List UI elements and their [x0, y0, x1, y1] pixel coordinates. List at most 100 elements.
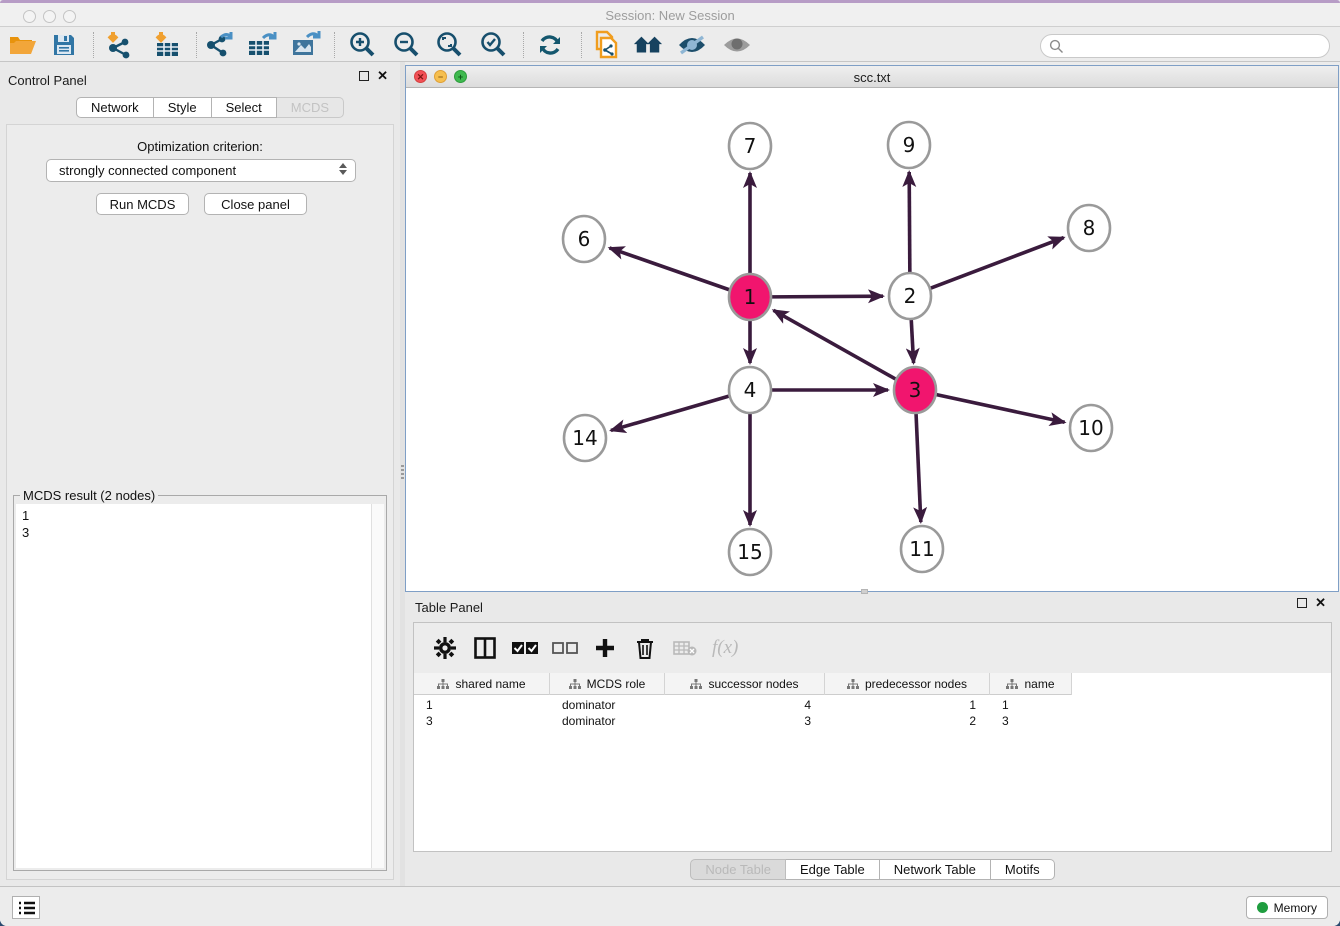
first-neighbors-icon[interactable]: [633, 30, 663, 60]
mcds-result-text[interactable]: 1 3: [16, 504, 384, 868]
hide-selected-icon[interactable]: [677, 30, 707, 60]
table-cell[interactable]: 1: [825, 697, 990, 713]
graph-node-10[interactable]: 10: [1070, 405, 1112, 451]
splitter-grip: [401, 465, 404, 479]
delete-column-icon[interactable]: [632, 635, 658, 661]
graph-edge-3-10[interactable]: [937, 395, 1065, 423]
add-column-icon[interactable]: [592, 635, 618, 661]
column-header-name[interactable]: name: [990, 673, 1072, 695]
select-all-checkboxes-icon[interactable]: [512, 635, 538, 661]
graph-node-1[interactable]: 1: [729, 274, 771, 320]
zoom-in-icon[interactable]: [347, 30, 377, 60]
graph-edge-4-14[interactable]: [611, 396, 729, 430]
graph-node-9[interactable]: 9: [888, 122, 930, 168]
graph-node-7[interactable]: 7: [729, 123, 771, 169]
column-header-successor-nodes[interactable]: successor nodes: [665, 673, 825, 695]
close-panel-icon[interactable]: ✕: [377, 71, 388, 81]
export-table-icon[interactable]: [247, 30, 277, 60]
refresh-view-icon[interactable]: [535, 30, 565, 60]
graph-edge-3-1[interactable]: [774, 310, 896, 379]
zoom-fit-icon[interactable]: [434, 30, 464, 60]
horizontal-splitter-grip[interactable]: [861, 589, 868, 594]
network-canvas[interactable]: 7 9 6 8 1 2 4 3 14 10 15 11: [406, 88, 1338, 591]
show-all-icon[interactable]: [722, 30, 752, 60]
tab-network[interactable]: Network: [76, 97, 154, 118]
graph-node-3[interactable]: 3: [894, 367, 936, 413]
export-image-icon[interactable]: [291, 30, 321, 60]
task-history-button[interactable]: [12, 896, 40, 919]
memory-status-icon: [1257, 902, 1268, 913]
zoom-out-icon[interactable]: [391, 30, 421, 60]
table-cell[interactable]: dominator: [550, 697, 665, 713]
float-table-panel-icon[interactable]: [1297, 598, 1307, 608]
column-header-label: successor nodes: [708, 677, 798, 691]
tab-node-table[interactable]: Node Table: [690, 859, 786, 880]
graph-node-2[interactable]: 2: [889, 273, 931, 319]
graph-edge-2-3[interactable]: [911, 318, 913, 363]
graph-edge-2-9[interactable]: [909, 172, 910, 274]
tab-style[interactable]: Style: [154, 97, 212, 118]
graph-edge-1-2[interactable]: [772, 296, 883, 297]
criterion-select[interactable]: strongly connected component: [46, 159, 356, 182]
save-session-icon[interactable]: [49, 30, 79, 60]
svg-text:15: 15: [737, 540, 762, 564]
svg-text:10: 10: [1078, 416, 1103, 440]
open-session-icon[interactable]: [8, 30, 38, 60]
table-cell[interactable]: dominator: [550, 713, 665, 729]
float-panel-icon[interactable]: [359, 71, 369, 81]
close-table-panel-icon[interactable]: ✕: [1315, 598, 1326, 608]
toolbar-separator: [93, 32, 94, 58]
table-cell[interactable]: 1: [990, 697, 1072, 713]
search-input[interactable]: [1040, 34, 1330, 58]
graph-node-8[interactable]: 8: [1068, 205, 1110, 251]
table-cell[interactable]: 1: [414, 697, 550, 713]
close-panel-button[interactable]: Close panel: [204, 193, 307, 215]
table-cell[interactable]: 3: [665, 713, 825, 729]
column-header-shared-name[interactable]: shared name: [414, 673, 550, 695]
graph-edge-2-8[interactable]: [931, 238, 1064, 289]
tab-mcds[interactable]: MCDS: [277, 97, 344, 118]
zoom-selected-icon[interactable]: [478, 30, 508, 60]
deselect-all-checkboxes-icon[interactable]: [552, 635, 578, 661]
function-builder-icon[interactable]: f(x): [712, 637, 738, 659]
svg-text:7: 7: [744, 134, 757, 158]
tab-motifs[interactable]: Motifs: [991, 859, 1055, 880]
graph-edge-1-6[interactable]: [609, 248, 729, 290]
graph-node-15[interactable]: 15: [729, 529, 771, 575]
import-table-icon[interactable]: [152, 30, 182, 60]
graph-node-6[interactable]: 6: [563, 216, 605, 262]
graph-edge-3-11[interactable]: [916, 412, 921, 522]
table-cell[interactable]: 2: [825, 713, 990, 729]
settings-gear-icon[interactable]: [432, 635, 458, 661]
table-cell[interactable]: 3: [414, 713, 550, 729]
network-graph[interactable]: 7 9 6 8 1 2 4 3 14 10 15 11: [406, 88, 1338, 592]
graph-node-11[interactable]: 11: [901, 526, 943, 572]
table-row[interactable]: 1dominator411: [414, 697, 1072, 713]
graph-node-4[interactable]: 4: [729, 367, 771, 413]
memory-button[interactable]: Memory: [1246, 896, 1328, 919]
tab-select[interactable]: Select: [212, 97, 277, 118]
mcds-result-scrollbar[interactable]: [371, 504, 384, 868]
column-type-icon: [437, 679, 449, 690]
import-network-icon[interactable]: [104, 30, 134, 60]
list-icon: [18, 901, 35, 915]
export-network-icon[interactable]: [204, 30, 234, 60]
tab-edge-table[interactable]: Edge Table: [786, 859, 880, 880]
control-panel-tabs: Network Style Select MCDS: [76, 97, 344, 118]
main-toolbar: [0, 28, 1340, 62]
column-header-MCDS-role[interactable]: MCDS role: [550, 673, 665, 695]
table-row[interactable]: 3dominator323: [414, 713, 1072, 729]
network-view-window: ✕ − + scc.txt 7 9 6 8 1 2 4 3 14 10 15 11: [405, 65, 1339, 592]
run-mcds-button[interactable]: Run MCDS: [96, 193, 189, 215]
delete-table-icon[interactable]: [672, 635, 698, 661]
table-header-row: shared nameMCDS role successor nodes prede…: [414, 673, 1072, 695]
column-header-predecessor-nodes[interactable]: predecessor nodes: [825, 673, 990, 695]
table-cell[interactable]: 4: [665, 697, 825, 713]
tab-network-table[interactable]: Network Table: [880, 859, 991, 880]
table-cell[interactable]: 3: [990, 713, 1072, 729]
show-column-panel-icon[interactable]: [472, 635, 498, 661]
title-bar: Session: New Session: [0, 3, 1340, 27]
new-network-from-selection-icon[interactable]: [590, 30, 620, 60]
network-window-titlebar[interactable]: ✕ − + scc.txt: [406, 66, 1338, 88]
graph-node-14[interactable]: 14: [564, 415, 606, 461]
